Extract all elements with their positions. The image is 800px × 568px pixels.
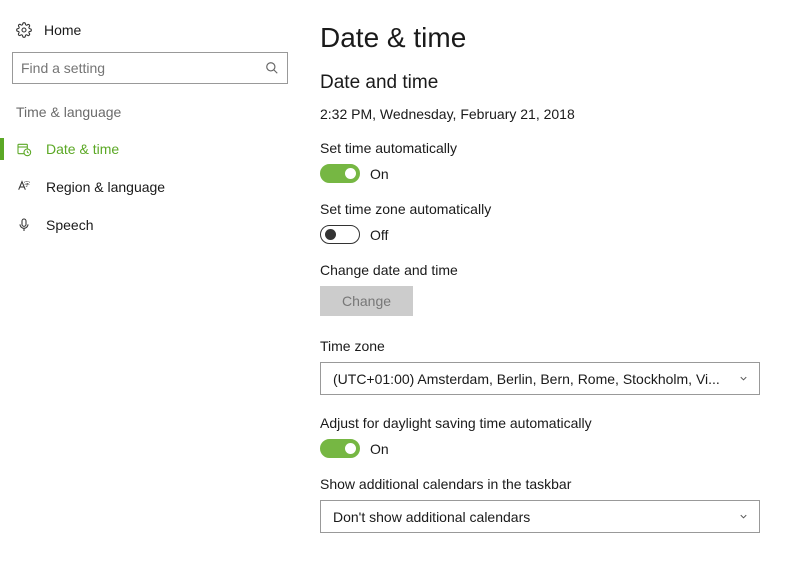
calendar-clock-icon bbox=[16, 141, 32, 157]
gear-icon bbox=[16, 22, 32, 38]
change-button[interactable]: Change bbox=[320, 286, 413, 316]
sidebar-item-label: Region & language bbox=[46, 179, 165, 195]
set-tz-auto-label: Set time zone automatically bbox=[320, 201, 790, 217]
dst-toggle[interactable] bbox=[320, 439, 360, 458]
search-icon bbox=[265, 61, 279, 75]
sidebar-item-region-language[interactable]: 字 Region & language bbox=[0, 168, 300, 206]
set-time-auto-label: Set time automatically bbox=[320, 140, 790, 156]
svg-text:字: 字 bbox=[24, 180, 30, 188]
section-title: Date and time bbox=[320, 72, 790, 94]
additional-cal-value: Don't show additional calendars bbox=[333, 509, 530, 525]
sidebar-item-label: Date & time bbox=[46, 141, 119, 157]
set-tz-auto-toggle[interactable] bbox=[320, 225, 360, 244]
change-datetime-label: Change date and time bbox=[320, 262, 790, 278]
set-time-auto-state: On bbox=[370, 166, 389, 182]
additional-cal-dropdown[interactable]: Don't show additional calendars bbox=[320, 500, 760, 533]
home-nav[interactable]: Home bbox=[0, 22, 300, 52]
category-header: Time & language bbox=[0, 104, 300, 130]
search-input[interactable] bbox=[21, 60, 265, 76]
search-box[interactable] bbox=[12, 52, 288, 84]
current-datetime: 2:32 PM, Wednesday, February 21, 2018 bbox=[320, 106, 790, 122]
home-label: Home bbox=[44, 22, 81, 38]
dst-state: On bbox=[370, 441, 389, 457]
timezone-label: Time zone bbox=[320, 338, 790, 354]
chevron-down-icon bbox=[738, 373, 749, 384]
chevron-down-icon bbox=[738, 511, 749, 522]
timezone-dropdown[interactable]: (UTC+01:00) Amsterdam, Berlin, Bern, Rom… bbox=[320, 362, 760, 395]
set-time-auto-toggle[interactable] bbox=[320, 164, 360, 183]
language-icon: 字 bbox=[16, 179, 32, 195]
set-tz-auto-state: Off bbox=[370, 227, 388, 243]
timezone-value: (UTC+01:00) Amsterdam, Berlin, Bern, Rom… bbox=[333, 371, 720, 387]
sidebar-item-date-time[interactable]: Date & time bbox=[0, 130, 300, 168]
main-content: Date & time Date and time 2:32 PM, Wedne… bbox=[300, 0, 800, 568]
page-title: Date & time bbox=[320, 22, 790, 54]
sidebar-item-speech[interactable]: Speech bbox=[0, 206, 300, 244]
additional-cal-label: Show additional calendars in the taskbar bbox=[320, 476, 790, 492]
sidebar-item-label: Speech bbox=[46, 217, 93, 233]
microphone-icon bbox=[16, 217, 32, 233]
dst-label: Adjust for daylight saving time automati… bbox=[320, 415, 790, 431]
sidebar: Home Time & language Date & time 字 bbox=[0, 0, 300, 568]
